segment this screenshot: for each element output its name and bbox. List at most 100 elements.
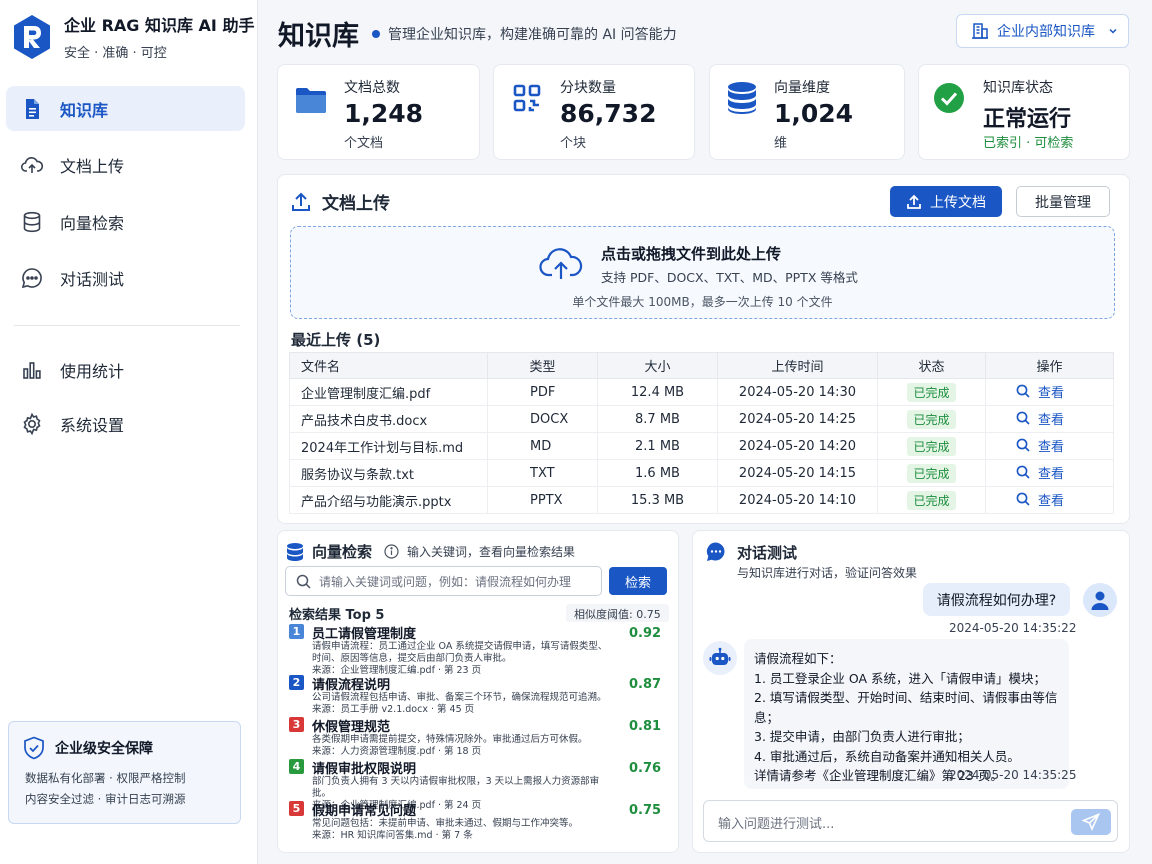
chat-input[interactable]: 输入问题进行测试... bbox=[703, 800, 1118, 842]
chat-title: 对话测试 bbox=[705, 541, 797, 563]
result-score: 0.87 bbox=[629, 677, 662, 692]
result-snippet: 请假申请流程：员工通过企业 OA 系统提交请假申请，填写请假类型、时间、原因等信… bbox=[312, 641, 612, 677]
answer-line: 请假流程如下： bbox=[754, 651, 842, 666]
view-link-label: 查看 bbox=[1038, 493, 1065, 509]
cell-filename: 2024年工作计划与目标.md bbox=[289, 432, 488, 460]
cell-filename: 企业管理制度汇编.pdf bbox=[289, 378, 488, 406]
stat-label: 文档总数 bbox=[344, 80, 400, 96]
search-result-item[interactable]: 5 假期申请常见问题 0.75 常见问题包括：未提前申请、审批未通过、假期与工作冲突等… bbox=[289, 801, 669, 843]
nav-item-usage-stats[interactable]: 使用统计 bbox=[6, 347, 245, 392]
status-badge: 已完成 bbox=[907, 436, 956, 456]
search-icon bbox=[1016, 384, 1030, 398]
cell-time: 2024-05-20 14:25 bbox=[717, 405, 878, 433]
vector-search-input[interactable]: 请输入关键词或问题，例如：请假流程如何办理 bbox=[285, 566, 602, 596]
cell-size: 2.1 MB bbox=[597, 432, 718, 460]
status-badge: 已完成 bbox=[907, 382, 956, 402]
send-button[interactable] bbox=[1071, 809, 1111, 835]
nav-item-knowledge-base[interactable]: 知识库 bbox=[6, 86, 245, 131]
nav-item-upload[interactable]: 文档上传 bbox=[6, 142, 245, 187]
batch-manage-button[interactable]: 批量管理 bbox=[1016, 186, 1110, 217]
table-row: 服务协议与条款.txt TXT 1.6 MB 2024-05-20 14:15 已完成 查… bbox=[289, 459, 1114, 487]
recent-uploads-table: 文件名 类型 大小 上传时间 状态 操作 企业管理制度汇编.pdf PDF 12.4… bbox=[289, 352, 1114, 514]
vector-search-button[interactable]: 检索 bbox=[609, 567, 667, 595]
upload-document-button[interactable]: 上传文档 bbox=[890, 186, 1002, 217]
nav-item-settings[interactable]: 系统设置 bbox=[6, 401, 245, 446]
stat-value: 86,732 bbox=[560, 99, 657, 128]
search-result-item[interactable]: 2 请假流程说明 0.87 公司请假流程包括申请、审批、备案三个环节，确保流程规范可追… bbox=[289, 675, 669, 717]
col-header: 状态 bbox=[877, 352, 986, 379]
cell-action: 查看 bbox=[985, 378, 1114, 406]
stat-label: 向量维度 bbox=[774, 80, 830, 96]
col-header: 文件名 bbox=[289, 352, 488, 379]
view-link[interactable]: 查看 bbox=[1016, 490, 1064, 509]
nav-label: 文档上传 bbox=[60, 156, 125, 176]
bot-avatar bbox=[703, 641, 737, 675]
result-desc: 各类假期申请需提前提交，特殊情况除外。审批通过后方可休假。 bbox=[312, 734, 588, 745]
view-link-label: 查看 bbox=[1038, 385, 1065, 401]
cell-time: 2024-05-20 14:10 bbox=[717, 486, 878, 514]
chat-input-placeholder: 输入问题进行测试... bbox=[718, 817, 835, 832]
search-result-item[interactable]: 4 请假审批权限说明 0.76 部门负责人拥有 3 天以内请假审批权限，3 天以上需报… bbox=[289, 759, 669, 811]
upload-dropzone[interactable]: 点击或拖拽文件到此处上传 支持 PDF、DOCX、TXT、MD、PPTX 等格式… bbox=[290, 226, 1115, 319]
view-link[interactable]: 查看 bbox=[1016, 409, 1064, 428]
security-line-1: 数据私有化部署 · 权限严格控制 bbox=[25, 771, 186, 785]
search-icon bbox=[1016, 438, 1030, 452]
cell-status: 已完成 bbox=[877, 405, 986, 433]
col-header: 操作 bbox=[985, 352, 1114, 379]
stat-card-status: 知识库状态 正常运行 已索引 · 可检索 bbox=[918, 64, 1130, 160]
search-result-item[interactable]: 1 员工请假管理制度 0.92 请假申请流程：员工通过企业 OA 系统提交请假申请，填… bbox=[289, 624, 669, 676]
nav-divider bbox=[14, 325, 240, 326]
result-snippet: 常见问题包括：未提前申请、审批未通过、假期与工作冲突等。 来源：HR 知识库问答集… bbox=[312, 818, 612, 842]
nav-item-chat-test[interactable]: 对话测试 bbox=[6, 255, 245, 300]
subtitle-text: 管理企业知识库，构建准确可靠的 AI 问答能力 bbox=[388, 27, 677, 43]
answer-line: 3. 提交申请，由部门负责人进行审批； bbox=[754, 729, 970, 744]
nav-label: 系统设置 bbox=[60, 415, 125, 435]
database-icon bbox=[287, 542, 303, 561]
view-link-label: 查看 bbox=[1038, 466, 1065, 482]
result-title: 请假审批权限说明 bbox=[312, 762, 417, 777]
logo-icon bbox=[14, 14, 50, 59]
user-message: 请假流程如何办理? bbox=[923, 583, 1070, 616]
result-desc: 公司请假流程包括申请、审批、备案三个环节，确保流程规范可追溯。 bbox=[312, 692, 607, 703]
result-score: 0.81 bbox=[629, 719, 662, 734]
result-source: 来源：HR 知识库问答集.md · 第 7 条 bbox=[312, 830, 473, 841]
folder-icon bbox=[296, 88, 326, 113]
view-link[interactable]: 查看 bbox=[1016, 382, 1064, 401]
cell-type: PPTX bbox=[487, 486, 598, 514]
search-placeholder: 请输入关键词或问题，例如：请假流程如何办理 bbox=[319, 574, 572, 589]
cell-type: PDF bbox=[487, 378, 598, 406]
upload-title: 文档上传 bbox=[290, 189, 390, 214]
info-icon[interactable] bbox=[384, 544, 399, 559]
user-message-time: 2024-05-20 14:35:22 bbox=[949, 621, 1077, 635]
nav-label: 知识库 bbox=[60, 100, 109, 120]
page-title: 知识库 bbox=[278, 21, 359, 52]
view-link-label: 查看 bbox=[1038, 412, 1065, 428]
document-icon bbox=[26, 98, 39, 119]
security-panel: 企业级安全保障 数据私有化部署 · 权限严格控制 内容安全过滤 · 审计日志可溯… bbox=[8, 721, 241, 824]
search-icon bbox=[296, 574, 311, 589]
cell-action: 查看 bbox=[985, 432, 1114, 460]
chat-icon bbox=[21, 267, 42, 288]
nav-item-vector-search[interactable]: 向量检索 bbox=[6, 199, 245, 244]
search-result-item[interactable]: 3 休假管理规范 0.81 各类假期申请需提前提交，特殊情况除外。审批通过后方可休假。… bbox=[289, 717, 669, 759]
view-link[interactable]: 查看 bbox=[1016, 463, 1064, 482]
dropzone-title: 点击或拖拽文件到此处上传 bbox=[601, 245, 782, 263]
answer-line: 2. 填写请假类型、开始时间、结束时间、请假事由等信息； bbox=[754, 690, 1058, 725]
nav-label: 对话测试 bbox=[60, 269, 125, 289]
brand: 企业 RAG 知识库 AI 助手 安全 · 准确 · 可控 bbox=[12, 12, 254, 61]
brand-tagline: 安全 · 准确 · 可控 bbox=[64, 46, 167, 61]
stat-unit: 个块 bbox=[560, 136, 587, 151]
cell-action: 查看 bbox=[985, 486, 1114, 514]
building-icon bbox=[972, 23, 988, 39]
bot-message: 请假流程如下： 1. 员工登录企业 OA 系统，进入「请假申请」模块； 2. 填… bbox=[744, 639, 1069, 789]
nav-label: 向量检索 bbox=[60, 213, 125, 233]
upload-button-label: 上传文档 bbox=[930, 194, 986, 211]
rank-badge: 3 bbox=[289, 717, 304, 732]
cell-size: 12.4 MB bbox=[597, 378, 718, 406]
gear-icon bbox=[23, 412, 41, 435]
rank-badge: 2 bbox=[289, 675, 304, 690]
table-header-row: 文件名 类型 大小 上传时间 状态 操作 bbox=[289, 352, 1114, 379]
knowledge-base-select[interactable]: 企业内部知识库 bbox=[956, 14, 1129, 48]
cell-status: 已完成 bbox=[877, 486, 986, 514]
view-link[interactable]: 查看 bbox=[1016, 436, 1064, 455]
